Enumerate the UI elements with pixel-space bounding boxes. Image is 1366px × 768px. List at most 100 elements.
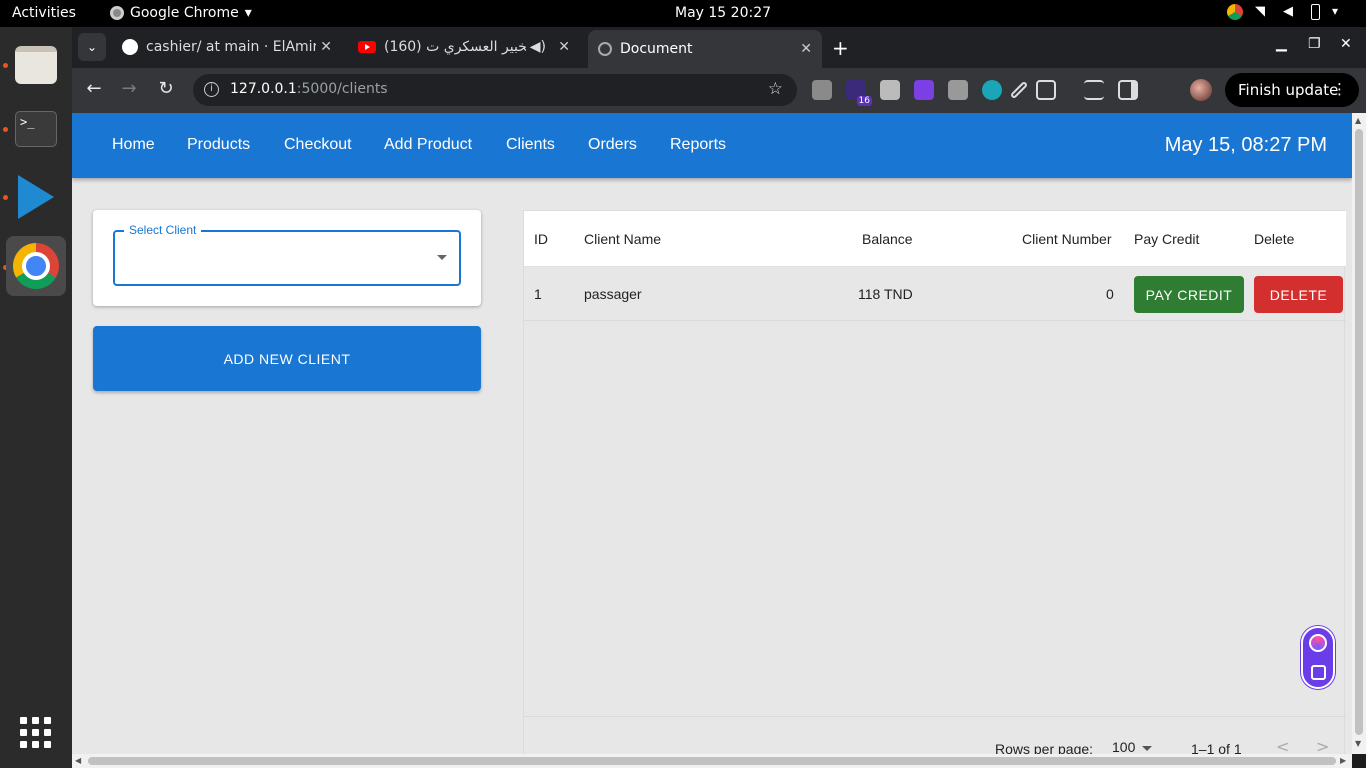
address-bar[interactable]: i 127.0.0.1:5000/clients ☆ <box>193 74 797 106</box>
chevron-down-icon: ▾ <box>244 5 252 21</box>
close-icon[interactable]: ✕ <box>800 41 812 57</box>
chart-sparkle-icon[interactable] <box>1311 665 1326 680</box>
show-apps-grid-icon[interactable] <box>20 717 52 749</box>
next-page-icon[interactable]: > <box>1316 737 1329 754</box>
tab-title: Document <box>620 41 693 57</box>
rows-per-page-select[interactable]: 100 <box>1112 739 1135 754</box>
scroll-down-arrow-icon[interactable]: ▼ <box>1355 739 1361 748</box>
nav-add-product[interactable]: Add Product <box>384 136 472 154</box>
back-arrow-icon[interactable]: ← <box>82 78 106 99</box>
globe-icon <box>598 42 612 56</box>
chrome-app[interactable] <box>6 236 66 296</box>
column-header-delete[interactable]: Delete <box>1254 231 1294 247</box>
delete-button[interactable]: DELETE <box>1254 276 1343 313</box>
side-panel-icon[interactable] <box>1118 80 1138 100</box>
volume-icon: ◀ <box>1283 4 1293 19</box>
horizontal-scrollbar[interactable]: ◀ ▶ <box>72 754 1352 768</box>
clients-table: ID Client Name Balance Client Number Pay… <box>523 210 1346 754</box>
wifi-icon: ◥ <box>1255 4 1265 19</box>
bookmark-star-icon[interactable]: ☆ <box>768 79 783 99</box>
scrollbar-thumb[interactable] <box>1355 129 1363 735</box>
extension-icon[interactable] <box>880 80 900 100</box>
column-header-pay-credit[interactable]: Pay Credit <box>1134 231 1199 247</box>
eyedropper-icon[interactable] <box>1009 80 1029 100</box>
site-info-icon[interactable]: i <box>204 82 219 97</box>
column-header-balance[interactable]: Balance <box>862 231 913 247</box>
profile-avatar[interactable] <box>1190 79 1212 101</box>
scroll-up-arrow-icon[interactable]: ▲ <box>1355 116 1361 125</box>
system-clock[interactable]: May 15 20:27 <box>675 5 771 21</box>
column-header-id[interactable]: ID <box>534 231 548 247</box>
tab-document[interactable]: Document ✕ <box>588 30 822 68</box>
app-menu[interactable]: Google Chrome ▾ <box>110 5 252 21</box>
terminal-app[interactable]: >_ <box>6 99 66 159</box>
column-header-client-name[interactable]: Client Name <box>584 231 661 247</box>
assistant-orb-icon[interactable] <box>1309 634 1327 652</box>
chrome-tray-icon[interactable] <box>1227 4 1243 20</box>
cell-client-number: 0 <box>1106 286 1114 302</box>
extension-icon[interactable] <box>948 80 968 100</box>
minimize-icon[interactable]: ▁ <box>1276 36 1287 52</box>
system-top-bar: Activities Google Chrome ▾ May 15 20:27 … <box>0 0 1366 27</box>
app-menu-label: Google Chrome <box>130 5 239 21</box>
nav-orders[interactable]: Orders <box>588 136 637 154</box>
table-pagination: Rows per page: 100 1–1 of 1 < > <box>524 716 1346 754</box>
rows-per-page-label: Rows per page: <box>995 741 1094 754</box>
url-text[interactable]: 127.0.0.1:5000/clients <box>230 81 388 97</box>
extension-badge-icon[interactable]: 16 <box>846 80 872 106</box>
new-tab-button[interactable]: + <box>832 36 849 60</box>
select-client-label: Select Client <box>124 223 202 237</box>
table-row[interactable]: 1 passager 118 TND 0 PAY CREDIT DELETE <box>524 267 1346 321</box>
tab-search-button[interactable]: ⌄ <box>78 33 106 61</box>
add-new-client-button[interactable]: ADD NEW CLIENT <box>93 326 481 391</box>
finish-update-button[interactable]: Finish update ⋮ <box>1225 73 1359 107</box>
cell-balance: 118 TND <box>858 286 913 302</box>
extension-badge: 16 <box>856 96 872 106</box>
vscode-app[interactable] <box>6 167 66 227</box>
files-icon <box>15 46 57 84</box>
scroll-right-arrow-icon[interactable]: ▶ <box>1340 756 1346 765</box>
table-header: ID Client Name Balance Client Number Pay… <box>524 211 1346 267</box>
page-info: 1–1 of 1 <box>1191 741 1242 754</box>
extension-v-icon[interactable] <box>914 80 934 100</box>
close-window-icon[interactable]: ✕ <box>1340 36 1352 52</box>
system-tray[interactable]: ◥ ◀ ▾ <box>1227 4 1348 20</box>
select-client-card: Select Client <box>93 210 481 306</box>
dock: >_ <box>0 27 72 768</box>
extension-icon[interactable] <box>982 80 1002 100</box>
activities-button[interactable]: Activities <box>12 5 76 21</box>
pay-credit-button[interactable]: PAY CREDIT <box>1134 276 1244 313</box>
files-app[interactable] <box>6 35 66 95</box>
nav-reports[interactable]: Reports <box>670 136 726 154</box>
floating-assistant-widget[interactable] <box>1301 626 1335 689</box>
tab-youtube[interactable]: (160) الخبير العسكري ت ◀) ✕ <box>350 33 580 61</box>
vertical-scrollbar[interactable]: ▲ ▼ <box>1352 113 1366 754</box>
current-datetime: May 15, 08:27 PM <box>1164 134 1327 156</box>
nav-clients[interactable]: Clients <box>506 136 555 154</box>
nav-products[interactable]: Products <box>187 136 250 154</box>
chrome-app-icon <box>110 6 124 20</box>
tab-github[interactable]: cashier/ at main · ElAmir ✕ <box>114 33 342 61</box>
select-client-dropdown[interactable]: Select Client <box>113 223 461 286</box>
column-header-client-number[interactable]: Client Number <box>1022 231 1111 247</box>
forward-arrow-icon[interactable]: → <box>117 78 141 99</box>
reload-icon[interactable]: ↻ <box>154 78 178 99</box>
tab-title: (160) الخبير العسكري ت <box>384 39 536 55</box>
puzzle-extensions-icon[interactable] <box>1036 80 1056 100</box>
scrollbar-thumb[interactable] <box>88 757 1336 765</box>
chrome-icon <box>13 243 59 289</box>
extension-icon[interactable] <box>812 80 832 100</box>
media-queue-icon[interactable] <box>1084 80 1104 100</box>
close-icon[interactable]: ✕ <box>554 39 570 55</box>
scroll-left-arrow-icon[interactable]: ◀ <box>75 756 81 765</box>
terminal-icon: >_ <box>15 111 57 147</box>
youtube-icon <box>358 41 376 53</box>
kebab-menu-icon[interactable]: ⋮ <box>1332 80 1347 98</box>
previous-page-icon[interactable]: < <box>1276 737 1289 754</box>
nav-home[interactable]: Home <box>112 136 155 154</box>
dropdown-arrow-icon <box>437 255 447 260</box>
nav-checkout[interactable]: Checkout <box>284 136 352 154</box>
close-icon[interactable]: ✕ <box>316 39 332 55</box>
maximize-icon[interactable]: ❐ <box>1308 36 1321 52</box>
dropdown-arrow-icon[interactable] <box>1142 746 1152 751</box>
